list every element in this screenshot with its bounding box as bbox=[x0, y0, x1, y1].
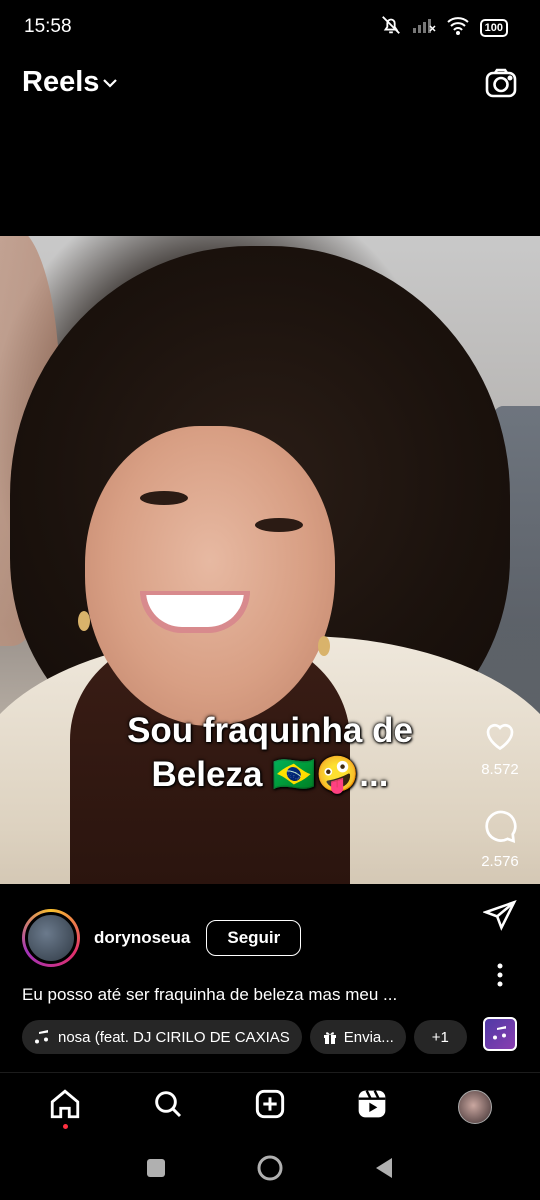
back-button[interactable] bbox=[374, 1157, 394, 1184]
notification-dot bbox=[63, 1123, 69, 1129]
video-caption-line1: Sou fraquinha de bbox=[127, 711, 413, 750]
video-face bbox=[85, 426, 335, 726]
home-button[interactable] bbox=[256, 1154, 284, 1187]
music-note-icon bbox=[34, 1029, 50, 1045]
camera-icon[interactable] bbox=[484, 66, 518, 105]
author-row: dorynoseua Seguir bbox=[22, 908, 302, 968]
author-username[interactable]: dorynoseua bbox=[94, 928, 190, 948]
gift-chip[interactable]: Envia... bbox=[309, 1020, 406, 1054]
music-note-icon bbox=[485, 1025, 515, 1041]
gift-chip-label: Envia... bbox=[343, 1028, 394, 1046]
nav-search[interactable] bbox=[143, 1082, 193, 1132]
video-earring-left bbox=[78, 611, 90, 631]
video-earring-right bbox=[318, 636, 330, 656]
share-button[interactable] bbox=[470, 898, 530, 937]
comment-button[interactable]: 2.576 bbox=[470, 808, 530, 870]
profile-avatar[interactable] bbox=[457, 1089, 492, 1124]
music-chip[interactable]: nosa (feat. DJ CIRILO DE CAXIAS bbox=[22, 1020, 302, 1054]
nav-create[interactable] bbox=[245, 1082, 295, 1132]
video-eye-right bbox=[255, 518, 303, 532]
page-title[interactable]: Reels bbox=[22, 66, 99, 99]
like-count: 8.572 bbox=[481, 761, 519, 778]
nav-profile[interactable] bbox=[450, 1082, 500, 1132]
status-bar: 15:58 100 bbox=[0, 0, 540, 54]
reel-video[interactable]: Sou fraquinha de Beleza 🇧🇷🤪... bbox=[0, 236, 540, 884]
signal-icon bbox=[412, 16, 436, 39]
battery-icon: 100 bbox=[479, 18, 508, 37]
author-avatar-image bbox=[25, 912, 77, 964]
recents-button[interactable] bbox=[146, 1158, 166, 1183]
author-avatar[interactable] bbox=[22, 909, 80, 967]
wifi-icon bbox=[446, 15, 470, 40]
more-chip[interactable]: +1 bbox=[413, 1020, 467, 1054]
comment-count: 2.576 bbox=[481, 853, 519, 870]
status-time: 15:58 bbox=[24, 16, 72, 37]
video-caption-overlay: Sou fraquinha de Beleza 🇧🇷🤪... bbox=[0, 709, 540, 797]
home-icon[interactable] bbox=[48, 1087, 82, 1126]
more-icon[interactable] bbox=[496, 962, 504, 993]
gift-icon bbox=[322, 1029, 338, 1045]
send-icon[interactable] bbox=[482, 898, 517, 937]
heart-icon[interactable] bbox=[482, 718, 518, 757]
status-icons: 100 bbox=[380, 14, 508, 41]
music-chip-label: nosa (feat. DJ CIRILO DE CAXIAS bbox=[58, 1028, 290, 1046]
post-caption[interactable]: Eu posso até ser fraquinha de beleza mas… bbox=[22, 985, 397, 1005]
more-button[interactable] bbox=[470, 962, 530, 993]
create-icon[interactable] bbox=[254, 1088, 286, 1125]
more-chip-label: +1 bbox=[431, 1028, 449, 1046]
video-caption-line2: Beleza 🇧🇷🤪... bbox=[151, 755, 389, 794]
video-eye-left bbox=[140, 491, 188, 505]
header: Reels bbox=[0, 56, 540, 112]
mute-icon bbox=[380, 14, 402, 41]
reels-icon[interactable] bbox=[356, 1088, 388, 1125]
audio-thumbnail[interactable] bbox=[483, 1017, 517, 1051]
search-icon[interactable] bbox=[152, 1088, 184, 1125]
chip-row: nosa (feat. DJ CIRILO DE CAXIAS Envia...… bbox=[22, 1020, 467, 1054]
nav-home[interactable] bbox=[40, 1082, 90, 1132]
chevron-down-icon[interactable] bbox=[102, 76, 118, 94]
like-button[interactable]: 8.572 bbox=[470, 718, 530, 778]
nav-reels[interactable] bbox=[347, 1082, 397, 1132]
follow-button[interactable]: Seguir bbox=[206, 920, 302, 956]
comment-icon[interactable] bbox=[482, 808, 518, 849]
bottom-nav bbox=[0, 1072, 540, 1140]
system-nav bbox=[0, 1140, 540, 1200]
